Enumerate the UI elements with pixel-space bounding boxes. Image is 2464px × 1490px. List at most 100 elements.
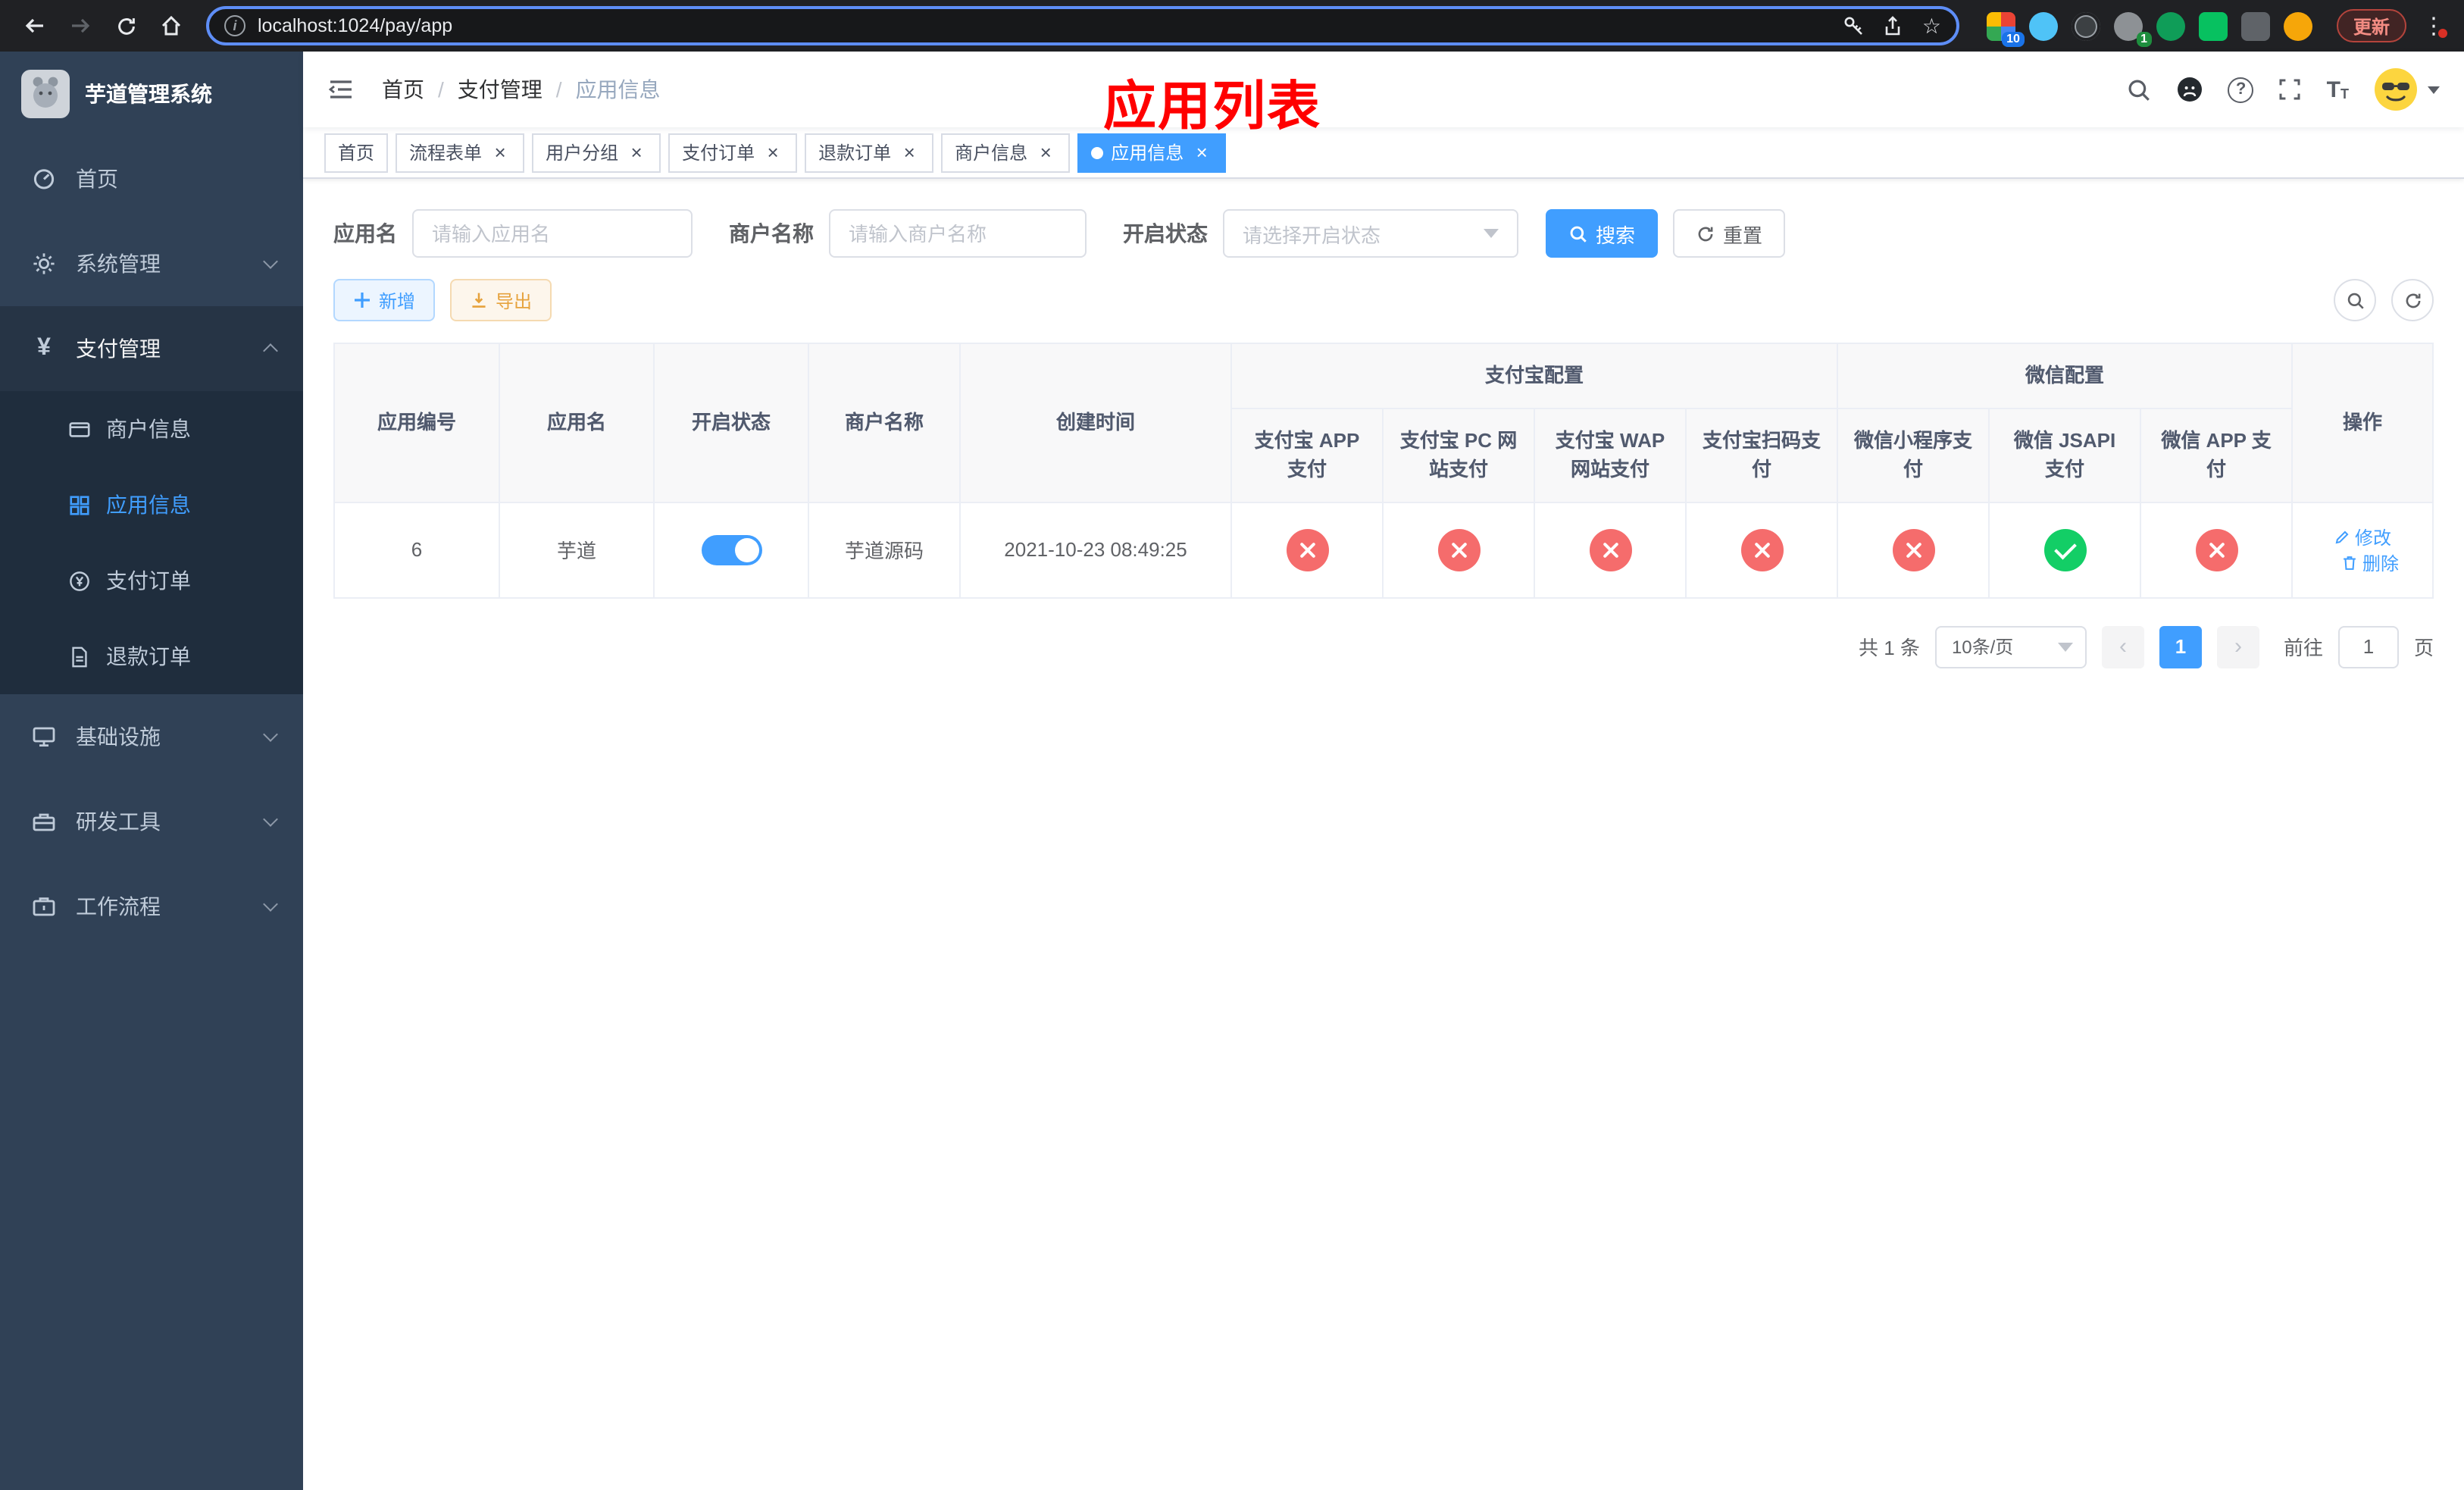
back-icon[interactable] bbox=[15, 6, 55, 45]
toggle-search-button[interactable] bbox=[2334, 279, 2376, 321]
site-info-icon[interactable]: i bbox=[224, 15, 245, 36]
font-size-icon[interactable]: TT bbox=[2327, 78, 2349, 101]
forward-icon[interactable] bbox=[61, 6, 100, 45]
github-icon[interactable] bbox=[2177, 76, 2204, 103]
dashboard-icon bbox=[30, 167, 58, 191]
add-button[interactable]: 新增 bbox=[333, 279, 436, 321]
sidebar-item-label: 支付订单 bbox=[106, 568, 191, 593]
profile-avatar-icon[interactable] bbox=[2283, 11, 2312, 40]
refresh-table-button[interactable] bbox=[2391, 279, 2434, 321]
sidebar-item-infra[interactable]: 基础设施 bbox=[0, 694, 303, 779]
chevron-down-icon bbox=[2428, 86, 2440, 93]
close-icon[interactable]: × bbox=[489, 141, 511, 163]
delete-link-label: 删除 bbox=[2362, 552, 2400, 574]
reload-icon[interactable] bbox=[106, 6, 145, 45]
extension-puzzle-icon[interactable] bbox=[2240, 11, 2270, 40]
tab-home[interactable]: 首页 bbox=[324, 133, 389, 172]
sidebar-item-label: 系统管理 bbox=[76, 252, 161, 276]
tab-label: 应用信息 bbox=[1111, 142, 1184, 164]
chevron-down-icon bbox=[263, 727, 278, 742]
fullscreen-icon[interactable] bbox=[2278, 77, 2303, 102]
channel-status-icon bbox=[2043, 528, 2087, 571]
app-logo-row[interactable]: 芋道管理系统 bbox=[0, 52, 303, 136]
tags-view: 首页 流程表单 × 用户分组 × 支付订单 × 退款订单 × 商户信息 × 应用信息 × bbox=[303, 127, 2464, 179]
status-select[interactable]: 请选择开启状态 bbox=[1223, 209, 1518, 258]
sidebar-item-refund-order[interactable]: 退款订单 bbox=[0, 618, 303, 694]
tab-process-form[interactable]: 流程表单 × bbox=[396, 133, 525, 172]
breadcrumb-separator: / bbox=[438, 77, 444, 102]
export-button[interactable]: 导出 bbox=[450, 279, 552, 321]
extension-chat-icon[interactable] bbox=[2198, 11, 2228, 40]
browser-update-button[interactable]: 更新 bbox=[2336, 9, 2406, 42]
sidebar-item-app-info[interactable]: 应用信息 bbox=[0, 467, 303, 543]
sidebar-item-payment[interactable]: ¥ 支付管理 bbox=[0, 306, 303, 391]
close-icon[interactable]: × bbox=[1191, 141, 1212, 163]
sidebar-item-home[interactable]: 首页 bbox=[0, 136, 303, 221]
extension-ring-icon[interactable] bbox=[2071, 11, 2100, 40]
breadcrumb-separator: / bbox=[555, 77, 562, 102]
close-icon[interactable]: × bbox=[899, 141, 920, 163]
prev-page-button[interactable]: ‹ bbox=[2101, 625, 2144, 668]
merchant-name-input[interactable] bbox=[829, 209, 1087, 258]
sidebar-item-pay-order[interactable]: 支付订单 bbox=[0, 543, 303, 618]
close-icon[interactable]: × bbox=[762, 141, 783, 163]
reset-button[interactable]: 重置 bbox=[1673, 209, 1786, 258]
col-alipay-app: 支付宝 APP 支付 bbox=[1230, 407, 1384, 502]
edit-link[interactable]: 修改 bbox=[2334, 524, 2391, 549]
goto-page-input[interactable] bbox=[2337, 625, 2399, 668]
delete-link[interactable]: 删除 bbox=[2341, 549, 2399, 575]
status-toggle[interactable] bbox=[701, 534, 761, 565]
extension-green-circle-icon[interactable] bbox=[2156, 11, 2185, 40]
page-size-select[interactable]: 10条/页 bbox=[1934, 625, 2087, 668]
address-bar[interactable]: i localhost:1024/pay/app ☆ bbox=[206, 6, 1959, 45]
help-icon[interactable]: ? bbox=[2228, 77, 2254, 102]
breadcrumb-section[interactable]: 支付管理 bbox=[458, 74, 543, 105]
close-icon[interactable]: × bbox=[626, 141, 647, 163]
tab-user-group[interactable]: 用户分组 × bbox=[532, 133, 661, 172]
search-button[interactable]: 搜索 bbox=[1546, 209, 1659, 258]
channel-status-icon bbox=[1589, 528, 1631, 571]
breadcrumb-home[interactable]: 首页 bbox=[382, 74, 424, 105]
home-icon[interactable] bbox=[152, 6, 191, 45]
search-icon[interactable] bbox=[2127, 77, 2153, 102]
user-menu[interactable] bbox=[2373, 67, 2440, 112]
close-icon[interactable]: × bbox=[1035, 141, 1056, 163]
tab-pay-order[interactable]: 支付订单 × bbox=[668, 133, 798, 172]
coin-icon bbox=[67, 569, 91, 592]
sidebar-item-label: 研发工具 bbox=[76, 809, 161, 834]
update-dot bbox=[2438, 29, 2447, 38]
chevron-down-icon bbox=[263, 897, 278, 912]
tab-label: 商户信息 bbox=[955, 142, 1028, 164]
sidebar-item-devtools[interactable]: 研发工具 bbox=[0, 779, 303, 864]
filter-form: 应用名 商户名称 开启状态 请选择开启状态 搜索 重置 bbox=[333, 209, 2434, 258]
table-header-group-row: 应用编号 应用名 开启状态 商户名称 创建时间 支付宝配置 微信配置 操作 bbox=[333, 343, 2434, 502]
app-logo bbox=[21, 70, 70, 118]
app-name-input[interactable] bbox=[412, 209, 693, 258]
col-app-id: 应用编号 bbox=[333, 343, 500, 502]
extension-drop-icon[interactable] bbox=[2028, 11, 2058, 40]
extension-grid-icon[interactable]: 10 bbox=[1986, 11, 2025, 46]
breadcrumb-current: 应用信息 bbox=[575, 77, 661, 102]
browser-menu-icon[interactable]: ⋮ bbox=[2419, 12, 2449, 39]
extension-gray-icon[interactable]: 1 bbox=[2113, 11, 2152, 46]
sidebar-item-merchant-info[interactable]: 商户信息 bbox=[0, 391, 303, 467]
tab-label: 退款订单 bbox=[818, 142, 892, 164]
password-key-icon[interactable] bbox=[1843, 15, 1865, 36]
next-page-button[interactable]: › bbox=[2216, 625, 2259, 668]
sidebar-toggle-icon[interactable] bbox=[327, 76, 355, 103]
gear-icon bbox=[30, 252, 58, 276]
tab-refund-order[interactable]: 退款订单 × bbox=[805, 133, 934, 172]
tab-merchant-info[interactable]: 商户信息 × bbox=[941, 133, 1071, 172]
sidebar-item-system[interactable]: 系统管理 bbox=[0, 221, 303, 306]
cell-merchant: 芋道源码 bbox=[808, 501, 961, 598]
channel-status-icon bbox=[2195, 528, 2238, 571]
sidebar-item-workflow[interactable]: 工作流程 bbox=[0, 864, 303, 949]
sidebar-item-label: 工作流程 bbox=[76, 894, 161, 919]
sidebar-item-label: 首页 bbox=[76, 167, 118, 191]
goto-unit-label: 页 bbox=[2413, 637, 2434, 659]
bookmark-star-icon[interactable]: ☆ bbox=[1922, 13, 1941, 39]
extension-badge: 10 bbox=[2002, 31, 2025, 46]
share-icon[interactable] bbox=[1883, 15, 1904, 36]
cell-wechat-mini bbox=[1837, 501, 1990, 598]
page-1-button[interactable]: 1 bbox=[2159, 625, 2202, 668]
